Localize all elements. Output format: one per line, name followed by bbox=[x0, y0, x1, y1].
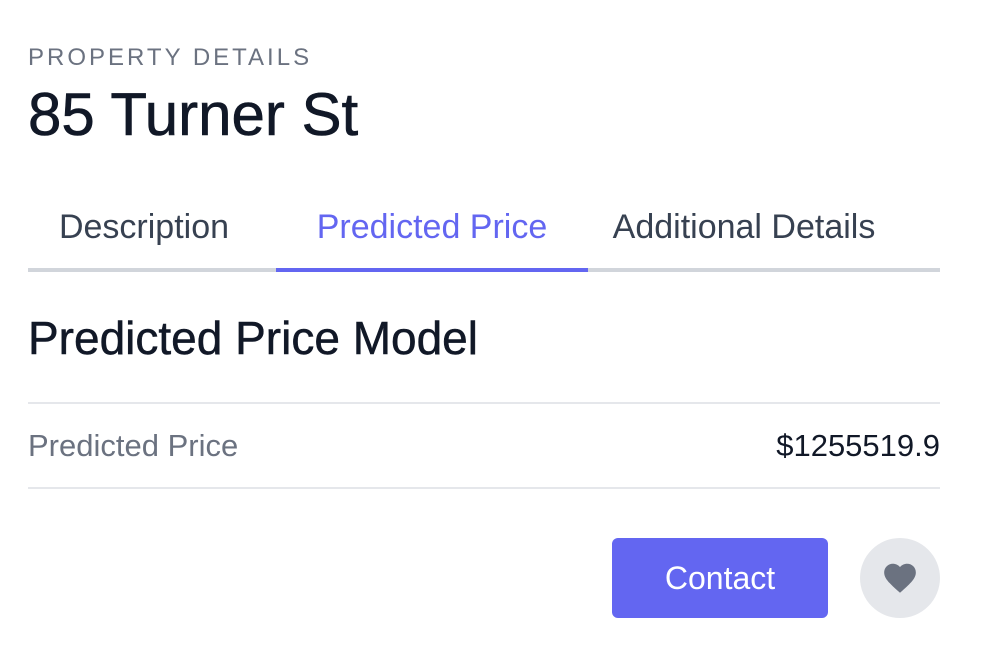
heart-icon bbox=[881, 559, 919, 597]
contact-button[interactable]: Contact bbox=[612, 538, 828, 618]
detail-row: Predicted Price $1255519.9 bbox=[28, 402, 940, 489]
eyebrow-label: PROPERTY DETAILS bbox=[28, 44, 313, 71]
tab-description[interactable]: Description bbox=[28, 196, 260, 272]
favorite-button[interactable] bbox=[860, 538, 940, 618]
property-title: 85 Turner St bbox=[28, 81, 359, 149]
detail-row-value: $1255519.9 bbox=[776, 428, 940, 463]
tab-bar: Description Predicted Price Additional D… bbox=[28, 196, 940, 272]
tab-additional-details[interactable]: Additional Details bbox=[594, 196, 894, 272]
tab-predicted-price[interactable]: Predicted Price bbox=[276, 196, 588, 272]
detail-row-label: Predicted Price bbox=[28, 428, 239, 463]
section-title: Predicted Price Model bbox=[28, 312, 478, 365]
